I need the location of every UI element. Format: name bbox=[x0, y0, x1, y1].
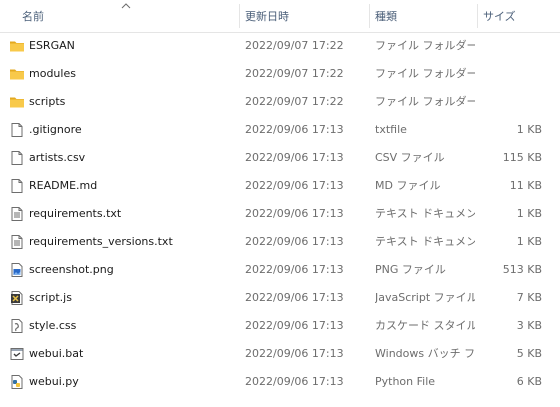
file-name: README.md bbox=[29, 179, 98, 192]
file-row[interactable]: webui.bat 2022/09/06 17:13 Windows バッチ ファ.… bbox=[0, 340, 560, 368]
file-name: requirements_versions.txt bbox=[29, 235, 173, 248]
file-size: 513 KB bbox=[502, 263, 542, 276]
file-row[interactable]: style.css 2022/09/06 17:13 カスケード スタイル シ...… bbox=[0, 312, 560, 340]
folder-icon bbox=[9, 38, 25, 54]
file-name: modules bbox=[29, 67, 76, 80]
file-name: webui.py bbox=[29, 375, 79, 388]
file-name: ESRGAN bbox=[29, 39, 75, 52]
file-row[interactable]: scripts 2022/09/07 17:22 ファイル フォルダー bbox=[0, 88, 560, 116]
text-file-icon bbox=[9, 206, 25, 222]
file-size: 5 KB bbox=[516, 347, 542, 360]
chevron-up-icon bbox=[121, 3, 131, 9]
file-row[interactable]: requirements.txt 2022/09/06 17:13 テキスト ドキュ… bbox=[0, 200, 560, 228]
file-row[interactable]: script.js 2022/09/06 17:13 JavaScript ファイル… bbox=[0, 284, 560, 312]
file-size: 7 KB bbox=[516, 291, 542, 304]
file-type: txtfile bbox=[375, 123, 407, 136]
file-size: 11 KB bbox=[509, 179, 542, 192]
file-modified-date: 2022/09/07 17:22 bbox=[245, 95, 344, 108]
file-size: 1 KB bbox=[516, 235, 542, 248]
script-file-icon bbox=[9, 290, 25, 306]
text-file-icon bbox=[9, 234, 25, 250]
blank-file-icon bbox=[9, 178, 25, 194]
file-type: PNG ファイル bbox=[375, 263, 446, 276]
file-type: Windows バッチ ファ... bbox=[375, 347, 475, 360]
file-row[interactable]: artists.csv 2022/09/06 17:13 CSV ファイル 115 K… bbox=[0, 144, 560, 172]
file-size: 3 KB bbox=[516, 319, 542, 332]
python-file-icon bbox=[9, 374, 25, 390]
file-name: script.js bbox=[29, 291, 72, 304]
file-modified-date: 2022/09/06 17:13 bbox=[245, 291, 344, 304]
folder-icon bbox=[9, 66, 25, 82]
file-type: テキスト ドキュメント bbox=[375, 235, 475, 248]
blank-file-icon bbox=[9, 150, 25, 166]
file-row[interactable]: requirements_versions.txt 2022/09/06 17:1… bbox=[0, 228, 560, 256]
file-type: MD ファイル bbox=[375, 179, 441, 192]
file-row[interactable]: ESRGAN 2022/09/07 17:22 ファイル フォルダー bbox=[0, 32, 560, 60]
file-name: webui.bat bbox=[29, 347, 84, 360]
file-modified-date: 2022/09/06 17:13 bbox=[245, 235, 344, 248]
file-name: screenshot.png bbox=[29, 263, 114, 276]
file-row[interactable]: screenshot.png 2022/09/06 17:13 PNG ファイル 51… bbox=[0, 256, 560, 284]
file-size: 115 KB bbox=[502, 151, 542, 164]
file-modified-date: 2022/09/06 17:13 bbox=[245, 123, 344, 136]
file-row[interactable]: .gitignore 2022/09/06 17:13 txtfile 1 KB bbox=[0, 116, 560, 144]
file-name: style.css bbox=[29, 319, 77, 332]
file-modified-date: 2022/09/07 17:22 bbox=[245, 39, 344, 52]
file-modified-date: 2022/09/06 17:13 bbox=[245, 319, 344, 332]
file-modified-date: 2022/09/06 17:13 bbox=[245, 179, 344, 192]
file-type: ファイル フォルダー bbox=[375, 67, 475, 80]
folder-icon bbox=[9, 94, 25, 110]
file-row[interactable]: README.md 2022/09/06 17:13 MD ファイル 11 KB bbox=[0, 172, 560, 200]
file-type: テキスト ドキュメント bbox=[375, 207, 475, 220]
image-file-icon bbox=[9, 262, 25, 278]
file-modified-date: 2022/09/06 17:13 bbox=[245, 207, 344, 220]
file-name: .gitignore bbox=[29, 123, 82, 136]
file-row[interactable]: webui.py 2022/09/06 17:13 Python File 6 KB bbox=[0, 368, 560, 396]
css-file-icon bbox=[9, 318, 25, 334]
file-size: 1 KB bbox=[516, 207, 542, 220]
file-type: ファイル フォルダー bbox=[375, 95, 475, 108]
file-modified-date: 2022/09/06 17:13 bbox=[245, 375, 344, 388]
file-size: 6 KB bbox=[516, 375, 542, 388]
file-type: CSV ファイル bbox=[375, 151, 445, 164]
file-type: カスケード スタイル シ... bbox=[375, 319, 475, 332]
column-header-type[interactable]: 種類 bbox=[369, 0, 477, 32]
file-type: JavaScript ファイル bbox=[375, 291, 475, 304]
batch-file-icon bbox=[9, 346, 25, 362]
file-modified-date: 2022/09/07 17:22 bbox=[245, 67, 344, 80]
blank-file-icon bbox=[9, 122, 25, 138]
file-name: artists.csv bbox=[29, 151, 86, 164]
file-modified-date: 2022/09/06 17:13 bbox=[245, 263, 344, 276]
column-header-date[interactable]: 更新日時 bbox=[239, 0, 369, 32]
file-modified-date: 2022/09/06 17:13 bbox=[245, 151, 344, 164]
file-type: ファイル フォルダー bbox=[375, 39, 475, 52]
file-row[interactable]: modules 2022/09/07 17:22 ファイル フォルダー bbox=[0, 60, 560, 88]
column-header-bar: 名前 更新日時 種類 サイズ bbox=[0, 0, 560, 33]
column-header-size[interactable]: サイズ bbox=[477, 0, 560, 32]
file-modified-date: 2022/09/06 17:13 bbox=[245, 347, 344, 360]
file-name: requirements.txt bbox=[29, 207, 122, 220]
file-type: Python File bbox=[375, 375, 436, 388]
file-size: 1 KB bbox=[516, 123, 542, 136]
file-name: scripts bbox=[29, 95, 66, 108]
